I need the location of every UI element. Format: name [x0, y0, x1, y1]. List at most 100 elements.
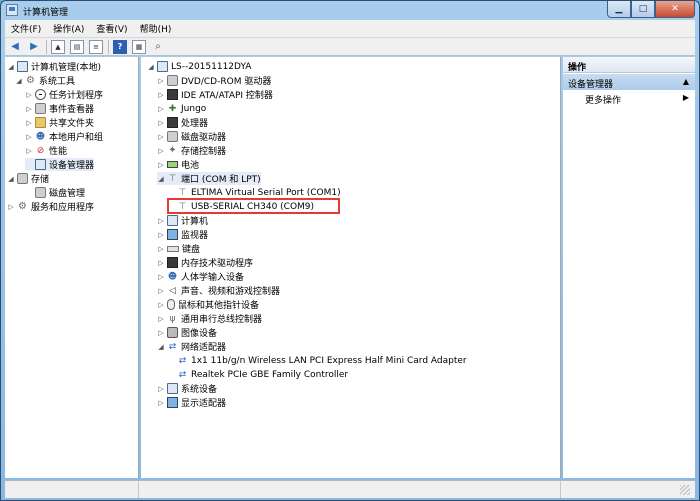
expand-icon[interactable]: ▷	[157, 273, 165, 281]
device-category[interactable]: ▷ 计算机	[157, 214, 208, 227]
actions-section[interactable]: 设备管理器 ▲	[563, 74, 695, 90]
device-tree-root[interactable]: ◢ LS--20151112DYA	[147, 60, 251, 73]
expand-icon[interactable]: ▷	[157, 399, 165, 407]
tree-disk-management[interactable]: 磁盘管理	[25, 186, 85, 199]
task-scheduler-label: 任务计划程序	[49, 91, 104, 101]
expand-icon[interactable]: ▷	[157, 287, 165, 295]
expand-icon[interactable]: ▷	[157, 259, 165, 267]
device-category[interactable]: ▷ DVD/CD-ROM 驱动器	[157, 74, 271, 87]
expand-icon[interactable]: ▷	[157, 77, 165, 85]
expand-icon[interactable]: ▷	[157, 217, 165, 225]
expand-icon[interactable]: ▷	[157, 231, 165, 239]
device-category[interactable]: ▷ 鼠标和其他指针设备	[157, 298, 259, 311]
network-adapter-icon: ⇄	[178, 355, 187, 366]
device-category[interactable]: ▷ 显示适配器	[157, 396, 226, 409]
expand-icon[interactable]: ▷	[7, 203, 15, 211]
help-icon[interactable]: ?	[113, 39, 127, 54]
actions-section-label: 设备管理器	[568, 80, 614, 90]
title-bar[interactable]: 计算机管理 ▁ □ ✕	[1, 1, 699, 20]
device-category[interactable]: ▷ ☻ 人体学输入设备	[157, 270, 244, 284]
tree-event-viewer[interactable]: ▷ 事件查看器	[25, 102, 94, 115]
tree-storage[interactable]: ◢ 存储	[7, 172, 49, 185]
computer-name: LS--20151112DYA	[171, 61, 252, 72]
device-category-network[interactable]: ◢ ⇄ 网络适配器	[157, 340, 226, 354]
menu-file[interactable]: 文件(F)	[5, 22, 47, 35]
tree-task-scheduler[interactable]: ▷ 任务计划程序	[25, 88, 103, 101]
expand-icon[interactable]: ▷	[157, 315, 165, 323]
back-arrow-icon[interactable]: ◀	[8, 40, 22, 54]
collapse-icon[interactable]: ◢	[157, 175, 165, 183]
tree-local-users[interactable]: ▷ ☻ 本地用户和组	[25, 130, 103, 144]
tree-services[interactable]: ▷ ⚙ 服务和应用程序	[7, 200, 94, 213]
collapse-icon[interactable]: ◢	[7, 175, 15, 183]
device-category[interactable]: ▷ 图像设备	[157, 326, 217, 339]
expand-icon[interactable]: ▷	[157, 119, 165, 127]
collapse-up-icon[interactable]: ▲	[683, 77, 689, 86]
expand-icon[interactable]: ▷	[157, 385, 165, 393]
minimize-button[interactable]: ▁	[607, 1, 631, 18]
port-icon: ⊤	[178, 187, 187, 198]
resize-grip-icon[interactable]	[680, 485, 690, 495]
show-tree-icon[interactable]: ▤	[70, 39, 84, 54]
forward-arrow-icon[interactable]: ▶	[27, 40, 41, 54]
device-category[interactable]: ▷ 内存技术驱动程序	[157, 256, 253, 269]
device-category[interactable]: ▷ 处理器	[157, 116, 208, 129]
mouse-icon	[167, 299, 175, 310]
tree-shared-folders[interactable]: ▷ 共享文件夹	[25, 116, 94, 129]
maximize-button[interactable]: □	[631, 1, 655, 18]
expand-icon[interactable]: ▷	[25, 105, 33, 113]
expand-icon[interactable]: ▷	[25, 91, 33, 99]
device-label: Realtek PCIe GBE Family Controller	[191, 369, 349, 380]
console-icon[interactable]: ▦	[132, 39, 146, 54]
tree-root[interactable]: ◢ 计算机管理(本地)	[7, 60, 101, 73]
services-icon: ⚙	[18, 201, 27, 212]
expand-icon[interactable]: ▷	[157, 161, 165, 169]
expand-icon[interactable]: ▷	[157, 91, 165, 99]
collapse-icon[interactable]: ◢	[15, 77, 23, 85]
device-category[interactable]: ▷ ✦ 存储控制器	[157, 144, 226, 157]
expand-icon[interactable]: ▷	[157, 329, 165, 337]
device-category[interactable]: ▷ ψ 通用串行总线控制器	[157, 312, 262, 326]
collapse-icon[interactable]: ◢	[7, 63, 15, 71]
properties-icon[interactable]: ≡	[89, 39, 103, 54]
expand-icon[interactable]: ▷	[157, 301, 165, 309]
device-category[interactable]: ▷ ◁ 声音、视频和游戏控制器	[157, 284, 281, 298]
tree-system-tools[interactable]: ◢ ⚙ 系统工具	[15, 74, 75, 87]
scan-hardware-icon[interactable]: ⌕	[151, 40, 165, 54]
menu-action[interactable]: 操作(A)	[47, 22, 90, 35]
category-label: 声音、视频和游戏控制器	[181, 287, 281, 297]
collapse-icon[interactable]: ◢	[157, 343, 165, 351]
computer-management-icon	[17, 61, 28, 72]
collapse-icon[interactable]: ◢	[147, 63, 155, 71]
more-actions-link[interactable]: 更多操作	[585, 93, 621, 106]
storage-controller-icon: ✦	[168, 145, 177, 156]
expand-icon[interactable]: ▷	[157, 133, 165, 141]
tree-performance[interactable]: ▷ ⊘ 性能	[25, 144, 68, 158]
expand-icon[interactable]: ▷	[157, 147, 165, 155]
device-category[interactable]: ▷ 监视器	[157, 228, 208, 241]
expand-icon[interactable]: ▷	[157, 105, 165, 113]
device-category[interactable]: ▷ IDE ATA/ATAPI 控制器	[157, 88, 273, 101]
device-item[interactable]: ⇄ 1x1 11b/g/n Wireless LAN PCI Express H…	[177, 354, 467, 367]
performance-label: 性能	[49, 147, 68, 157]
chevron-right-icon[interactable]: ▶	[683, 93, 689, 102]
menu-view[interactable]: 查看(V)	[90, 22, 133, 35]
device-item[interactable]: ⇄ Realtek PCIe GBE Family Controller	[177, 368, 348, 381]
device-category[interactable]: ▷ 键盘	[157, 242, 200, 256]
close-button[interactable]: ✕	[655, 1, 695, 18]
status-cell	[5, 481, 139, 498]
category-label: 电池	[181, 161, 200, 171]
expand-icon[interactable]: ▷	[25, 147, 33, 155]
device-category[interactable]: ▷ ✚ Jungo	[157, 102, 206, 115]
up-folder-icon[interactable]: ▲	[51, 39, 65, 54]
device-category[interactable]: ▷ 系统设备	[157, 382, 217, 395]
expand-icon[interactable]: ▷	[25, 133, 33, 141]
device-category[interactable]: ▷ 电池	[157, 158, 200, 172]
menu-help[interactable]: 帮助(H)	[134, 22, 178, 35]
device-category[interactable]: ▷ 磁盘驱动器	[157, 130, 226, 143]
expand-icon[interactable]: ▷	[25, 119, 33, 127]
disk-management-label: 磁盘管理	[49, 189, 86, 199]
tree-device-manager[interactable]: 设备管理器	[25, 158, 95, 171]
device-category-ports[interactable]: ◢ ⊤ 端口 (COM 和 LPT)	[157, 172, 261, 185]
expand-icon[interactable]: ▷	[157, 245, 165, 253]
